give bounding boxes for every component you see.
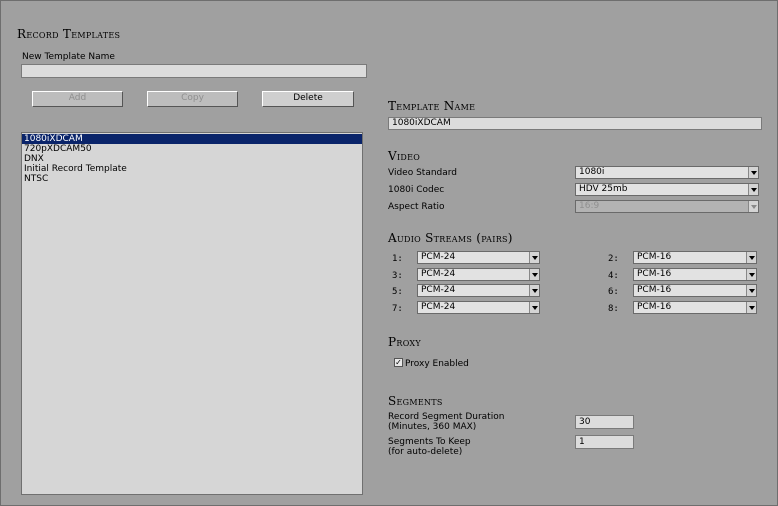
chevron-down-icon[interactable] [746, 285, 756, 296]
stream-label-8: 8: [608, 304, 619, 314]
video-title: Video [388, 149, 421, 163]
list-item[interactable]: DNX [22, 154, 362, 164]
stream-select-7[interactable]: PCM-24 [417, 301, 540, 314]
stream-select-8[interactable]: PCM-16 [633, 301, 757, 314]
segment-duration-label: Record Segment Duration [388, 412, 505, 422]
list-item[interactable]: NTSC [22, 174, 362, 184]
template-list[interactable]: 1080iXDCAM 720pXDCAM50 DNX Initial Recor… [21, 132, 363, 495]
chevron-down-icon[interactable] [529, 269, 539, 280]
stream-label-6: 6: [608, 287, 619, 297]
stream-value-3: PCM-24 [421, 269, 456, 279]
stream-label-3: 3: [392, 271, 403, 281]
chevron-down-icon[interactable] [748, 167, 758, 178]
list-item[interactable]: Initial Record Template [22, 164, 362, 174]
chevron-down-icon[interactable] [748, 201, 758, 212]
stream-select-3[interactable]: PCM-24 [417, 268, 540, 281]
stream-value-1: PCM-24 [421, 252, 456, 262]
video-standard-select[interactable]: 1080i [575, 166, 759, 179]
template-name-input[interactable]: 1080iXDCAM [388, 117, 762, 130]
stream-label-4: 4: [608, 271, 619, 281]
stream-label-5: 5: [392, 287, 403, 297]
stream-value-5: PCM-24 [421, 285, 456, 295]
stream-value-6: PCM-16 [637, 285, 672, 295]
new-template-name-input[interactable] [21, 64, 367, 78]
chevron-down-icon[interactable] [746, 302, 756, 313]
segments-to-keep-label: Segments To Keep [388, 437, 471, 447]
segments-title: Segments [388, 394, 443, 408]
segment-duration-sublabel: (Minutes, 360 MAX) [388, 422, 477, 432]
stream-label-7: 7: [392, 304, 403, 314]
template-name-title: Template Name [388, 99, 476, 113]
stream-select-5[interactable]: PCM-24 [417, 284, 540, 297]
aspect-ratio-select[interactable]: 16:9 [575, 200, 759, 213]
audio-streams-title: Audio Streams (pairs) [388, 231, 513, 245]
list-item[interactable]: 720pXDCAM50 [22, 144, 362, 154]
new-template-name-label: New Template Name [22, 52, 115, 62]
delete-button[interactable]: Delete [262, 91, 354, 107]
codec-value: HDV 25mb [579, 184, 628, 194]
chevron-down-icon[interactable] [529, 252, 539, 263]
aspect-ratio-value: 16:9 [579, 201, 600, 211]
chevron-down-icon[interactable] [529, 285, 539, 296]
list-item[interactable]: 1080iXDCAM [22, 134, 362, 144]
stream-select-4[interactable]: PCM-16 [633, 268, 757, 281]
stream-label-1: 1: [392, 254, 403, 264]
proxy-enabled-label: Proxy Enabled [405, 359, 469, 369]
stream-value-4: PCM-16 [637, 269, 672, 279]
chevron-down-icon[interactable] [746, 269, 756, 280]
chevron-down-icon[interactable] [529, 302, 539, 313]
stream-value-8: PCM-16 [637, 302, 672, 312]
chevron-down-icon[interactable] [748, 184, 758, 195]
segments-to-keep-sublabel: (for auto-delete) [388, 447, 463, 457]
codec-select[interactable]: HDV 25mb [575, 183, 759, 196]
stream-value-7: PCM-24 [421, 302, 456, 312]
stream-select-2[interactable]: PCM-16 [633, 251, 757, 264]
stream-select-1[interactable]: PCM-24 [417, 251, 540, 264]
proxy-title: Proxy [388, 335, 421, 349]
aspect-ratio-label: Aspect Ratio [388, 202, 445, 212]
segment-duration-input[interactable]: 30 [575, 415, 634, 429]
stream-value-2: PCM-16 [637, 252, 672, 262]
record-templates-title: Record Templates [17, 27, 121, 41]
stream-label-2: 2: [608, 254, 619, 264]
checkmark-icon: ✓ [395, 358, 402, 367]
proxy-enabled-checkbox[interactable]: ✓ [394, 358, 403, 367]
copy-button[interactable]: Copy [147, 91, 238, 107]
stream-select-6[interactable]: PCM-16 [633, 284, 757, 297]
codec-label: 1080i Codec [388, 185, 445, 195]
segments-to-keep-input[interactable]: 1 [575, 435, 634, 449]
video-standard-label: Video Standard [388, 168, 458, 178]
chevron-down-icon[interactable] [746, 252, 756, 263]
video-standard-value: 1080i [579, 167, 605, 177]
add-button[interactable]: Add [32, 91, 123, 107]
